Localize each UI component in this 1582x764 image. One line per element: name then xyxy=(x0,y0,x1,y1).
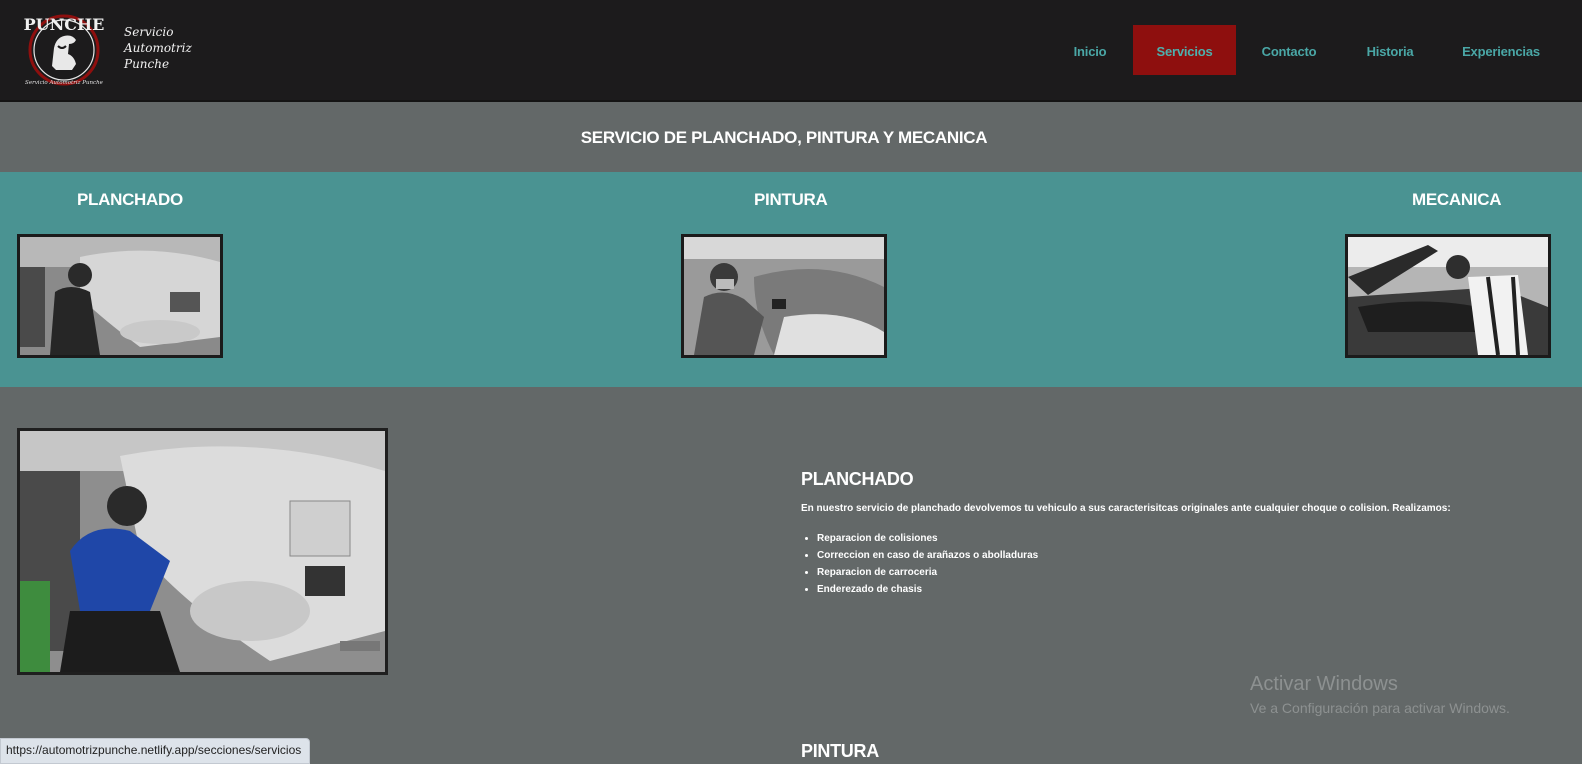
title-band: SERVICIO DE PLANCHADO, PINTURA Y MECANIC… xyxy=(0,102,1582,172)
service-title-mecanica: MECANICA xyxy=(1412,190,1502,209)
main-nav: Inicio Servicios Contacto Historia Exper… xyxy=(0,25,1582,75)
nav-inicio[interactable]: Inicio xyxy=(1056,25,1124,75)
nav-servicios[interactable]: Servicios xyxy=(1133,25,1236,75)
watermark-subtitle: Ve a Configuración para activar Windows. xyxy=(1250,700,1510,716)
list-item: Enderezado de chasis xyxy=(817,581,1501,598)
link-status-bar: https://automotrizpunche.netlify.app/sec… xyxy=(0,738,311,764)
nav-historia[interactable]: Historia xyxy=(1352,25,1428,75)
nav-experiencias[interactable]: Experiencias xyxy=(1452,25,1550,75)
service-title-planchado: PLANCHADO xyxy=(77,190,183,209)
mecanica-thumbnail[interactable] xyxy=(1345,234,1551,358)
next-section-heading: PINTURA xyxy=(801,741,879,761)
list-item: Reparacion de colisiones xyxy=(817,530,1501,547)
service-title-pintura: PINTURA xyxy=(754,190,828,209)
planchado-detail-image xyxy=(17,428,388,675)
detail-list: Reparacion de colisiones Correccion en c… xyxy=(801,530,1501,598)
detail-description: En nuestro servicio de planchado devolve… xyxy=(801,503,1451,514)
site-header: PUNCHE Servicio Automotriz Punche Servic… xyxy=(0,0,1582,102)
list-item: Correccion en caso de arañazos o abollad… xyxy=(817,547,1501,564)
page-title: SERVICIO DE PLANCHADO, PINTURA Y MECANIC… xyxy=(580,128,988,147)
list-item: Reparacion de carroceria xyxy=(817,564,1501,581)
watermark-title: Activar Windows xyxy=(1250,673,1398,695)
logo-subtitle: Servicio Automotriz Punche xyxy=(25,80,104,86)
nav-contacto[interactable]: Contacto xyxy=(1250,25,1328,75)
detail-heading: PLANCHADO xyxy=(801,469,914,489)
windows-activation-watermark: Activar Windows Ve a Configuración para … xyxy=(1250,673,1510,716)
planchado-detail: PLANCHADO En nuestro servicio de plancha… xyxy=(801,469,1501,598)
planchado-thumbnail[interactable] xyxy=(17,234,223,358)
services-band: PLANCHADO PINTURA MECANICA xyxy=(0,172,1582,387)
pintura-thumbnail[interactable] xyxy=(681,234,887,358)
